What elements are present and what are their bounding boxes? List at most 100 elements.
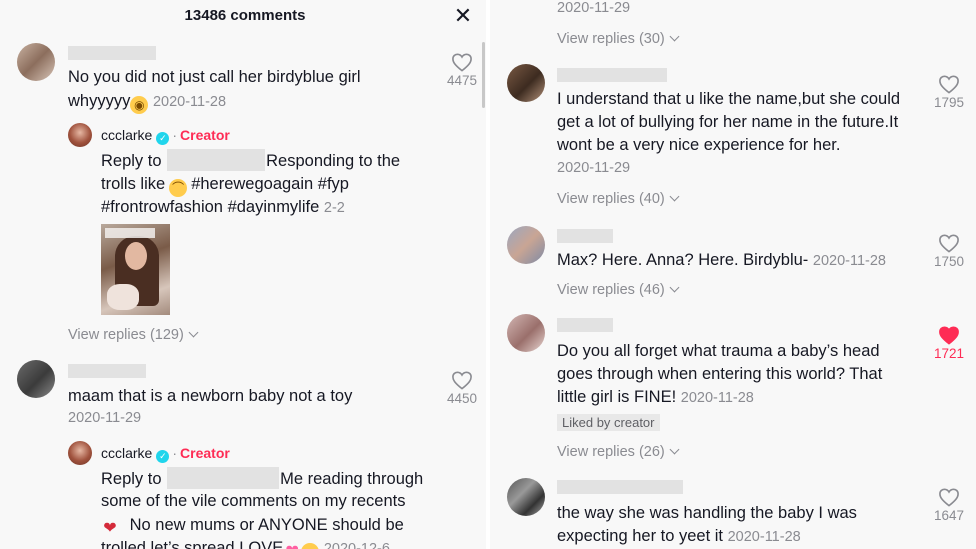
liked-by-creator-badge: Liked by creator — [557, 414, 660, 431]
upside-down-face-emoji-icon: ⌒ — [169, 179, 188, 197]
username-redacted[interactable] — [557, 480, 683, 494]
chevron-down-icon — [669, 282, 680, 293]
reply-text: Reply to Responding to the — [101, 149, 400, 174]
separator-dot: · — [172, 127, 178, 143]
reply-text: ❤ No new mums or ANYONE should be — [101, 514, 404, 538]
avatar[interactable] — [17, 43, 55, 81]
view-replies-label: View replies (26) — [557, 444, 665, 460]
username-redacted[interactable] — [557, 229, 613, 243]
avatar[interactable] — [507, 226, 545, 264]
broken-heart-emoji-icon: ❤ — [103, 520, 117, 537]
like-count: 4450 — [446, 391, 478, 406]
creator-badge: Creator — [180, 127, 230, 143]
mention-redacted[interactable] — [167, 467, 280, 489]
creator-name[interactable]: ccclarke — [101, 445, 152, 461]
comment-text: get a lot of bullying for her name in th… — [557, 113, 899, 131]
reply-line: Responding to the — [266, 152, 401, 170]
creator-row: ccclarke ✓ · Creator — [101, 126, 230, 145]
username-redacted[interactable] — [557, 318, 613, 332]
reply-prefix: Reply to — [101, 470, 162, 488]
reply-hashtags[interactable]: #herewegoagain #fyp — [191, 175, 349, 193]
reply-hashtags[interactable]: #frontrowfashion #dayinmylife — [101, 198, 319, 216]
view-replies-label: View replies (40) — [557, 191, 665, 207]
avatar[interactable] — [507, 478, 545, 516]
heart-outline-icon — [452, 371, 472, 390]
video-thumbnail[interactable] — [101, 224, 170, 315]
comment-line: little girl is FINE! — [557, 388, 677, 406]
view-replies-link[interactable]: View replies (26) — [557, 444, 680, 460]
verified-badge-icon: ✓ — [156, 450, 170, 463]
chevron-down-icon — [669, 31, 680, 42]
like-count: 1795 — [933, 95, 965, 110]
chevron-down-icon — [669, 191, 680, 202]
comment-text: whyyyyy ◉ 2020-11-28 — [68, 90, 226, 115]
reply-line: trolled let’s spread LOVE — [101, 539, 284, 549]
smiling-face-hearts-emoji-icon: ♥ — [301, 543, 320, 549]
reply-line: trolls like — [101, 175, 166, 193]
like-count: 1721 — [933, 346, 965, 361]
close-button[interactable]: ✕ — [452, 5, 474, 27]
comment-text: expecting her to yeet it 2020-11-28 — [557, 525, 801, 549]
heart-filled-icon — [939, 326, 959, 345]
thumbnail-caption — [105, 228, 155, 238]
view-replies-link[interactable]: View replies (30) — [557, 31, 680, 47]
view-replies-label: View replies (30) — [557, 31, 665, 47]
view-replies-link[interactable]: View replies (46) — [557, 282, 680, 298]
comment-date: 2020-11-28 — [680, 390, 754, 406]
flushed-emoji-icon: ◉ — [130, 96, 149, 114]
username-redacted[interactable] — [68, 46, 156, 60]
like-button[interactable]: 4475 — [442, 52, 482, 88]
chevron-down-icon — [188, 327, 199, 338]
mention-redacted[interactable] — [167, 149, 266, 171]
heart-outline-icon — [939, 75, 959, 94]
username-redacted[interactable] — [557, 68, 667, 82]
view-replies-label: View replies (129) — [68, 327, 184, 343]
creator-row: ccclarke ✓ · Creator — [101, 444, 230, 463]
like-button[interactable]: 4450 — [442, 370, 482, 406]
heart-emoji-icon: ❤ — [283, 543, 301, 549]
avatar[interactable] — [507, 64, 545, 102]
comment-text: Max? Here. Anna? Here. Birdyblu- 2020-11… — [557, 249, 886, 274]
reply-date: 2-2 — [323, 200, 345, 216]
reply-text: some of the vile comments on my recents — [101, 492, 406, 510]
like-count: 1750 — [933, 254, 965, 269]
comment-count-title: 13486 comments — [184, 7, 306, 24]
like-button[interactable]: 1750 — [929, 233, 969, 269]
avatar[interactable] — [17, 360, 55, 398]
avatar[interactable] — [507, 314, 545, 352]
username-redacted[interactable] — [68, 364, 146, 378]
comment-line: Max? Here. Anna? Here. Birdyblu- — [557, 251, 809, 269]
comment-line: No you did not just call her birdyblue g… — [68, 68, 361, 86]
reply-date: 2020-12-6 — [323, 541, 390, 549]
reply-line: No new mums or ANYONE should be — [129, 516, 404, 534]
like-button[interactable]: 1721 — [929, 325, 969, 361]
comment-line: whyyyyy — [68, 92, 131, 110]
comments-panel-left: 13486 comments ✕ No you did not just cal… — [0, 0, 486, 549]
comment-text: Do you all forget what trauma a baby’s h… — [557, 342, 880, 360]
like-count: 1647 — [933, 508, 965, 523]
view-replies-label: View replies (46) — [557, 282, 665, 298]
reply-text: #frontrowfashion #dayinmylife 2-2 — [101, 196, 345, 221]
creator-avatar[interactable] — [68, 441, 92, 465]
like-button[interactable]: 1795 — [929, 74, 969, 110]
comment-text: little girl is FINE! 2020-11-28 — [557, 386, 754, 411]
comment-date: 2020-11-29 — [557, 0, 631, 16]
thumbnail-image — [107, 284, 139, 310]
reply-text: trolled let’s spread LOVE❤♥ 2020-12-6 — [101, 537, 390, 549]
comments-panel-right: 2020-11-29 View replies (30) I understan… — [490, 0, 976, 549]
like-count: 4475 — [446, 73, 478, 88]
view-replies-link[interactable]: View replies (129) — [68, 327, 199, 343]
comment-text: the way she was handling the baby I was — [557, 504, 857, 522]
creator-name[interactable]: ccclarke — [101, 127, 152, 143]
creator-badge: Creator — [180, 445, 230, 461]
view-replies-link[interactable]: View replies (40) — [557, 191, 680, 207]
reply-prefix: Reply to — [101, 152, 162, 170]
comment-text: maam that is a newborn baby not a toy — [68, 387, 353, 405]
comment-text: wont be a very nice experience for her. — [557, 136, 841, 154]
verified-badge-icon: ✓ — [156, 132, 170, 145]
creator-avatar[interactable] — [68, 123, 92, 147]
heart-outline-icon — [452, 53, 472, 72]
comment-line: expecting her to yeet it — [557, 527, 724, 545]
scrollbar[interactable] — [482, 42, 485, 108]
like-button[interactable]: 1647 — [929, 487, 969, 523]
